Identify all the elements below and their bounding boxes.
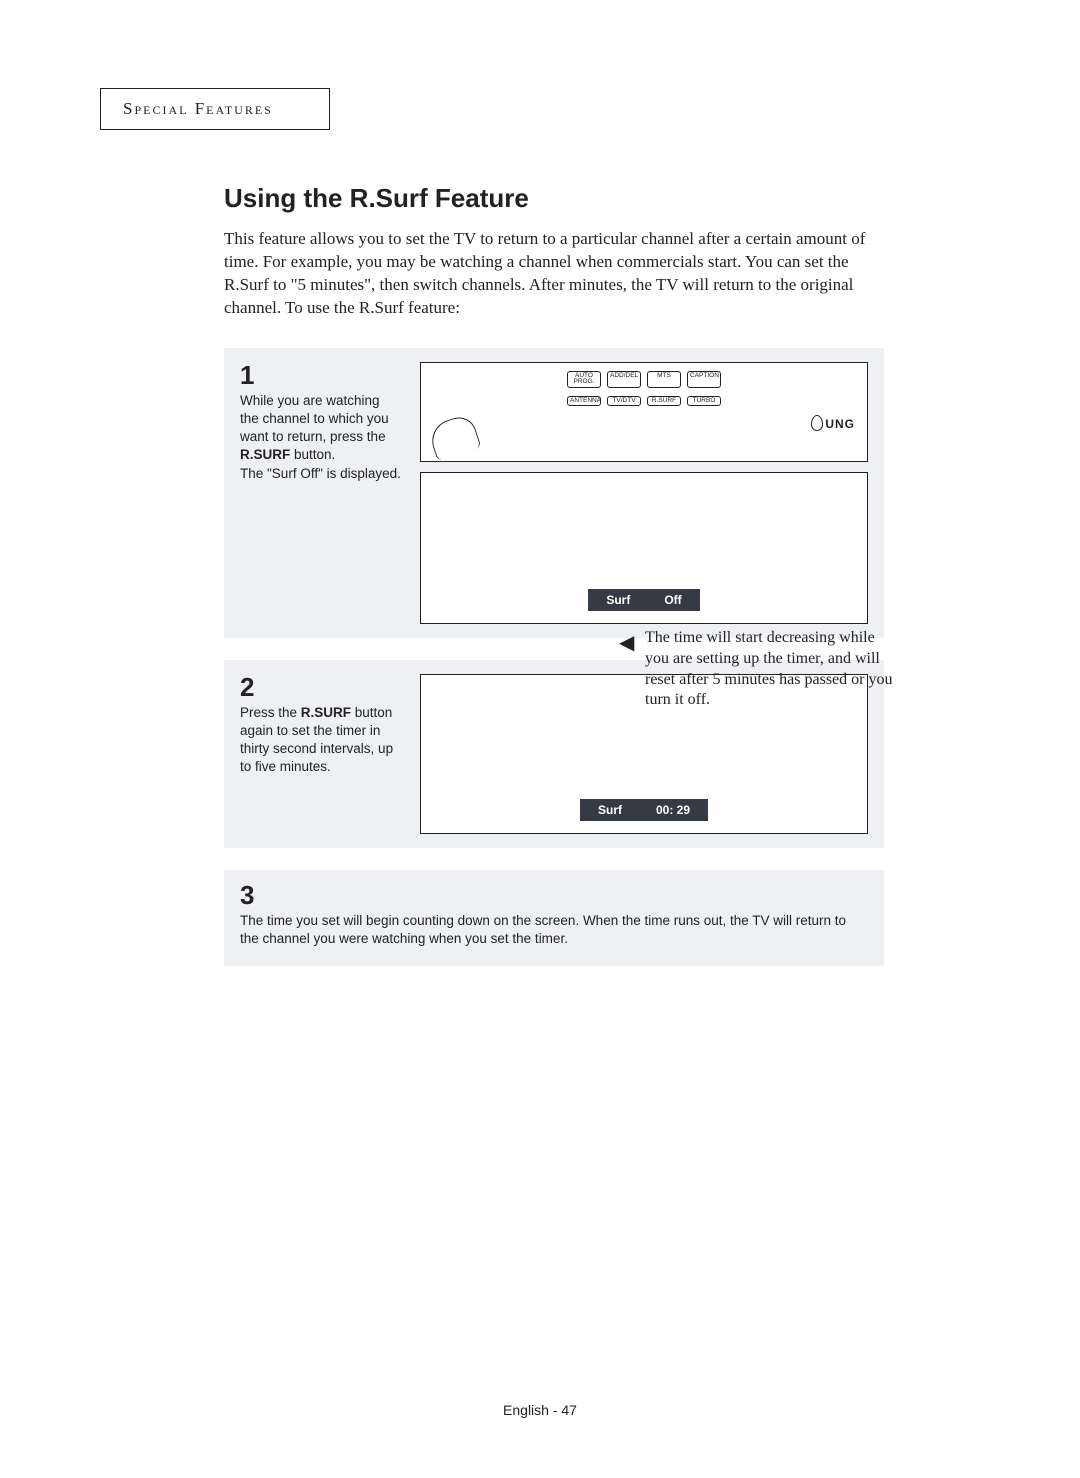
remote-btn-auto-prog: AUTO PROG. (567, 371, 601, 388)
step-2-text-a: Press the (240, 705, 301, 720)
side-note-text: The time will start decreasing while you… (645, 629, 892, 708)
remote-btn-rsurf: R.SURF (647, 396, 681, 407)
osd-value-2: 00: 29 (656, 803, 690, 817)
step-1-block: 1 While you are watching the channel to … (224, 348, 884, 638)
osd-bar-1: Surf Off (588, 589, 699, 611)
step-1-button-name: R.SURF (240, 447, 290, 462)
step-2-button-name: R.SURF (301, 705, 351, 720)
section-header-tab: Special Features (100, 88, 330, 130)
step-2-number: 2 (240, 674, 402, 700)
remote-illustration: AUTO PROG. ADD/DEL MTS CAPTION ANTENNA T… (420, 362, 868, 462)
remote-btn-tvdtv: TV/DTV (607, 396, 641, 407)
remote-btn-turbo: TURBO (687, 396, 721, 407)
remote-btn-antenna: ANTENNA (567, 396, 601, 407)
remote-btn-mts: MTS (647, 371, 681, 388)
osd-label-1: Surf (606, 593, 630, 607)
side-note: ◀ The time will start decreasing while y… (645, 628, 895, 711)
step-3-block: 3 The time you set will begin counting d… (224, 870, 884, 966)
remote-brand-text: UNG (421, 412, 867, 431)
step-1-number: 1 (240, 362, 402, 388)
step-1-text-a: While you are watching the channel to wh… (240, 393, 389, 444)
left-arrow-icon: ◀ (619, 630, 634, 656)
page-footer: English - 47 (0, 1402, 1080, 1418)
intro-paragraph: This feature allows you to set the TV to… (224, 228, 884, 320)
tv-screen-illustration-1: Surf Off (420, 472, 868, 624)
osd-value-1: Off (664, 593, 681, 607)
page-title: Using the R.Surf Feature (224, 183, 884, 214)
step-3-text: The time you set will begin counting dow… (240, 913, 846, 946)
section-header-text: Special Features (123, 99, 273, 118)
osd-bar-2: Surf 00: 29 (580, 799, 708, 821)
osd-label-2: Surf (598, 803, 622, 817)
step-3-number: 3 (240, 882, 868, 908)
remote-btn-caption: CAPTION (687, 371, 721, 388)
remote-btn-add-del: ADD/DEL (607, 371, 641, 388)
